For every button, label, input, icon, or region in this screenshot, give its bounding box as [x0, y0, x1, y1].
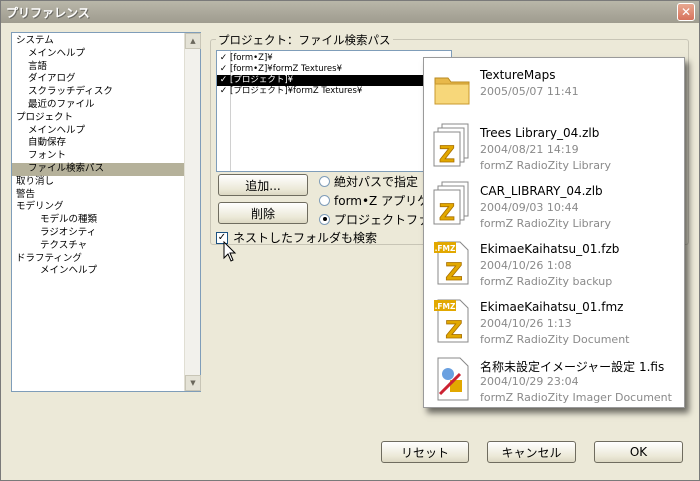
- file-name: EkimaeKaihatsu_01.fzb: [480, 242, 620, 256]
- imager-icon: [432, 354, 472, 402]
- file-kind: formZ RadioZity Library: [480, 217, 611, 230]
- path-text: [form•Z]¥formZ Textures¥: [230, 64, 342, 74]
- tree-item[interactable]: メインヘルプ: [12, 48, 184, 61]
- tree-item[interactable]: スクラッチディスク: [12, 86, 184, 99]
- svg-text:Z: Z: [439, 201, 455, 226]
- radio-button[interactable]: [319, 175, 330, 187]
- path-row[interactable]: ✓ [form•Z]¥formZ Textures¥: [217, 64, 451, 75]
- tree-list: システム メインヘルプ 言語 ダイアログ スクラッチディスク 最近のファイル プロジェクトメ…: [12, 33, 184, 391]
- tree-item[interactable]: ダイアログ: [12, 73, 184, 86]
- tree-item[interactable]: ドラフティング: [12, 253, 184, 266]
- path-row[interactable]: ✓ [form•Z]¥: [217, 53, 451, 64]
- file-item[interactable]: TextureMaps 2005/05/07 11:41: [424, 60, 686, 116]
- file-date: 2004/10/26 1:08: [480, 259, 572, 272]
- close-icon: ✕: [680, 5, 692, 19]
- tree-item[interactable]: 取り消し: [12, 176, 184, 189]
- check-icon[interactable]: ✓: [217, 64, 230, 75]
- fmz-icon: .FMZ Z: [432, 238, 472, 286]
- radio-label: form•Z アプリケ: [334, 193, 430, 208]
- tree-item[interactable]: メインヘルプ: [12, 125, 184, 138]
- path-text: [form•Z]¥: [230, 53, 273, 63]
- file-name: TextureMaps: [480, 68, 556, 82]
- category-tree: システム メインヘルプ 言語 ダイアログ スクラッチディスク 最近のファイル プロジェクトメ…: [11, 32, 201, 392]
- file-date: 2005/05/07 11:41: [480, 85, 579, 98]
- file-date: 2004/09/03 10:44: [480, 201, 579, 214]
- tree-item[interactable]: モデルの種類: [12, 214, 184, 227]
- path-row[interactable]: ✓ [プロジェクト]¥: [217, 75, 451, 86]
- add-button[interactable]: 追加...: [218, 174, 308, 196]
- tree-item[interactable]: モデリング: [12, 201, 184, 214]
- title-bar[interactable]: プリファレンス ✕: [1, 1, 699, 23]
- svg-text:.FMZ: .FMZ: [435, 244, 456, 253]
- tree-item[interactable]: テクスチャ: [12, 240, 184, 253]
- radio-button[interactable]: [319, 213, 330, 225]
- scroll-down-button[interactable]: ▼: [185, 375, 201, 391]
- radio-formz-application[interactable]: form•Z アプリケ: [319, 192, 429, 208]
- svg-text:Z: Z: [445, 258, 462, 286]
- file-item[interactable]: Z CAR_LIBRARY_04.zlb 2004/09/03 10:44 formZ…: [424, 176, 686, 232]
- radio-label: 絶対パスで指定: [334, 174, 419, 189]
- nested-folder-label: ネストしたフォルダも検索: [233, 231, 378, 245]
- check-icon[interactable]: ✓: [217, 75, 230, 86]
- arrow-down-icon: ▼: [190, 379, 196, 387]
- tree-scrollbar[interactable]: ▲ ▼: [184, 33, 201, 391]
- folder-icon: [432, 64, 472, 112]
- tree-item[interactable]: 言語: [12, 61, 184, 74]
- path-text: [プロジェクト]¥formZ Textures¥: [230, 86, 363, 96]
- file-item[interactable]: .FMZ Z EkimaeKaihatsu_01.fzb 2004/10/26 1:0…: [424, 234, 686, 290]
- file-kind: formZ RadioZity Document: [480, 333, 630, 346]
- svg-text:Z: Z: [445, 316, 462, 344]
- tree-item[interactable]: システム: [12, 35, 184, 48]
- tree-item[interactable]: メインヘルプ: [12, 265, 184, 278]
- mouse-cursor-icon: [223, 241, 237, 262]
- scroll-up-button[interactable]: ▲: [185, 33, 201, 49]
- ok-button[interactable]: OK: [594, 441, 683, 463]
- tree-item[interactable]: 警告: [12, 189, 184, 202]
- file-kind: formZ RadioZity backup: [480, 275, 613, 288]
- path-row[interactable]: ✓ [プロジェクト]¥formZ Textures¥: [217, 86, 451, 97]
- file-name: EkimaeKaihatsu_01.fmz: [480, 300, 624, 314]
- window-title: プリファレンス: [6, 5, 90, 20]
- delete-button[interactable]: 削除: [218, 202, 308, 224]
- library-icon: Z: [432, 122, 472, 170]
- radio-button[interactable]: [319, 194, 330, 206]
- file-date: 2004/10/29 23:04: [480, 375, 579, 388]
- path-text: [プロジェクト]¥: [230, 75, 294, 85]
- tree-item[interactable]: 最近のファイル: [12, 99, 184, 112]
- file-date: 2004/08/21 14:19: [480, 143, 579, 156]
- file-date: 2004/10/26 1:13: [480, 317, 572, 330]
- cancel-button[interactable]: キャンセル: [487, 441, 576, 463]
- tree-item[interactable]: ファイル検索パス: [12, 162, 184, 176]
- svg-text:.FMZ: .FMZ: [435, 302, 456, 311]
- file-drop-popup: TextureMaps 2005/05/07 11:41 Z Trees Librar…: [423, 57, 685, 408]
- arrow-up-icon: ▲: [190, 37, 196, 45]
- preferences-dialog: プリファレンス ✕ システム メインヘルプ 言語 ダイアログ スクラッチディスク 最近のフ…: [0, 0, 700, 481]
- reset-button[interactable]: リセット: [381, 441, 469, 463]
- radio-absolute-path[interactable]: 絶対パスで指定: [319, 173, 418, 189]
- file-kind: formZ RadioZity Library: [480, 159, 611, 172]
- check-icon[interactable]: ✓: [217, 53, 230, 64]
- fmz-icon: .FMZ Z: [432, 296, 472, 344]
- file-item[interactable]: 名称未設定イメージャー設定 1.fis 2004/10/29 23:04 formZ…: [424, 350, 686, 406]
- close-button[interactable]: ✕: [677, 3, 695, 21]
- tree-item[interactable]: ラジオシティ: [12, 227, 184, 240]
- tree-item[interactable]: プロジェクト: [12, 112, 184, 125]
- file-item[interactable]: Z Trees Library_04.zlb 2004/08/21 14:19 for…: [424, 118, 686, 174]
- tree-item[interactable]: フォント: [12, 150, 184, 163]
- library-icon: Z: [432, 180, 472, 228]
- svg-text:Z: Z: [439, 143, 455, 168]
- tree-item[interactable]: 自動保存: [12, 137, 184, 150]
- file-name: CAR_LIBRARY_04.zlb: [480, 184, 603, 198]
- path-list[interactable]: ✓ [form•Z]¥ ✓ [form•Z]¥formZ Textures¥ ✓ [プロジ…: [216, 50, 452, 172]
- file-item[interactable]: .FMZ Z EkimaeKaihatsu_01.fmz 2004/10/26 1:1…: [424, 292, 686, 348]
- file-kind: formZ RadioZity Imager Document: [480, 391, 672, 404]
- group-label: プロジェクト：ファイル検索パス: [216, 32, 393, 48]
- file-name: 名称未設定イメージャー設定 1.fis: [480, 360, 665, 374]
- nested-folder-search[interactable]: ✓ ネストしたフォルダも検索: [216, 229, 377, 246]
- file-name: Trees Library_04.zlb: [480, 126, 600, 140]
- check-icon[interactable]: ✓: [217, 86, 230, 97]
